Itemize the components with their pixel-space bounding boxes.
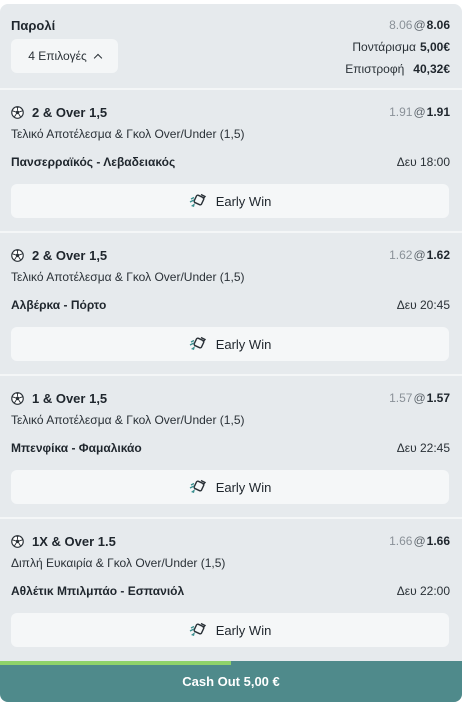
leg-new-odds: 1.91	[426, 105, 450, 119]
early-win-icon	[189, 193, 206, 207]
leg-old-odds: 1.91	[389, 105, 413, 119]
leg-time: Δευ 20:45	[396, 298, 450, 312]
betslip-card: Παρολί 8.06@8.06 4 Επιλογές Ποντάρισμα 5,…	[0, 4, 462, 702]
early-win-icon	[189, 336, 206, 350]
stake-value: 5,00€	[419, 40, 450, 54]
leg-time: Δευ 22:45	[396, 441, 450, 455]
bet-leg: 1 & Over 1,5 1.57@1.57 Τελικό Αποτέλεσμα…	[0, 376, 462, 519]
leg-market: Διπλή Ευκαιρία & Γκολ Over/Under (1,5)	[11, 556, 226, 570]
early-win-icon	[189, 622, 206, 636]
soccer-ball-icon	[11, 249, 24, 262]
cash-out-button[interactable]: Cash Out 5,00 €	[0, 661, 462, 702]
selections-label: 4 Επιλογές	[28, 49, 87, 63]
soccer-ball-icon	[11, 535, 24, 548]
leg-market: Τελικό Αποτέλεσμα & Γκολ Over/Under (1,5…	[11, 127, 245, 141]
early-win-button[interactable]: Early Win	[11, 184, 449, 218]
leg-match[interactable]: Μπενφίκα - Φαμαλικάο	[11, 441, 142, 455]
leg-selection-title: 1 & Over 1,5	[32, 391, 108, 406]
odds-at-sign: @	[413, 391, 426, 405]
bet-leg: 1X & Over 1.5 1.66@1.66 Διπλή Ευκαιρία &…	[0, 519, 462, 662]
total-old-odds: 8.06	[389, 18, 413, 32]
leg-match[interactable]: Αλβέρκα - Πόρτο	[11, 298, 106, 312]
early-win-icon	[189, 479, 206, 493]
leg-old-odds: 1.66	[389, 534, 413, 548]
leg-selection-title: 2 & Over 1,5	[32, 248, 108, 263]
leg-market: Τελικό Αποτέλεσμα & Γκολ Over/Under (1,5…	[11, 270, 245, 284]
leg-odds: 1.62@1.62	[389, 248, 450, 262]
early-win-label: Early Win	[215, 193, 272, 209]
odds-at-sign: @	[413, 248, 426, 262]
leg-new-odds: 1.57	[426, 391, 450, 405]
bet-leg: 2 & Over 1,5 1.62@1.62 Τελικό Αποτέλεσμα…	[0, 233, 462, 376]
leg-new-odds: 1.66	[426, 534, 450, 548]
cash-out-label: Cash Out 5,00 €	[182, 674, 280, 689]
betslip-header: Παρολί 8.06@8.06 4 Επιλογές Ποντάρισμα 5,…	[0, 4, 462, 88]
leg-new-odds: 1.62	[426, 248, 450, 262]
early-win-label: Early Win	[215, 336, 272, 352]
leg-selection-title: 2 & Over 1,5	[32, 105, 108, 120]
leg-odds: 1.91@1.91	[389, 105, 450, 119]
leg-time: Δευ 18:00	[396, 155, 450, 169]
bet-type-title: Παρολί	[11, 18, 56, 33]
odds-at-sign: @	[413, 534, 426, 548]
soccer-ball-icon	[11, 106, 24, 119]
return-value: 40,32€	[413, 62, 450, 76]
odds-at-sign: @	[413, 105, 426, 119]
early-win-button[interactable]: Early Win	[11, 470, 449, 504]
early-win-label: Early Win	[215, 479, 272, 495]
total-odds: 8.06@8.06	[389, 18, 450, 32]
stake-label: Ποντάρισμα	[352, 40, 416, 54]
leg-match[interactable]: Πανσερραϊκός - Λεβαδειακός	[11, 155, 175, 169]
selections-toggle-button[interactable]: 4 Επιλογές	[11, 39, 118, 73]
stake-row: Ποντάρισμα 5,00€	[352, 40, 450, 54]
early-win-button[interactable]: Early Win	[11, 613, 449, 647]
cash-out-progress-bar	[0, 661, 231, 665]
odds-at-sign: @	[413, 18, 426, 32]
leg-market: Τελικό Αποτέλεσμα & Γκολ Over/Under (1,5…	[11, 413, 245, 427]
leg-old-odds: 1.57	[389, 391, 413, 405]
leg-odds: 1.57@1.57	[389, 391, 450, 405]
early-win-button[interactable]: Early Win	[11, 327, 449, 361]
leg-selection-title: 1X & Over 1.5	[32, 534, 116, 549]
return-row: Επιστροφή 40,32€	[345, 62, 450, 76]
chevron-up-icon	[93, 53, 103, 62]
total-new-odds: 8.06	[426, 18, 450, 32]
return-label: Επιστροφή	[345, 62, 405, 76]
soccer-ball-icon	[11, 392, 24, 405]
bet-leg: 2 & Over 1,5 1.91@1.91 Τελικό Αποτέλεσμα…	[0, 90, 462, 233]
leg-time: Δευ 22:00	[396, 584, 450, 598]
leg-match[interactable]: Αθλέτικ Μπιλμπάο - Εσπανιόλ	[11, 584, 184, 598]
leg-old-odds: 1.62	[389, 248, 413, 262]
early-win-label: Early Win	[215, 622, 272, 638]
leg-odds: 1.66@1.66	[389, 534, 450, 548]
